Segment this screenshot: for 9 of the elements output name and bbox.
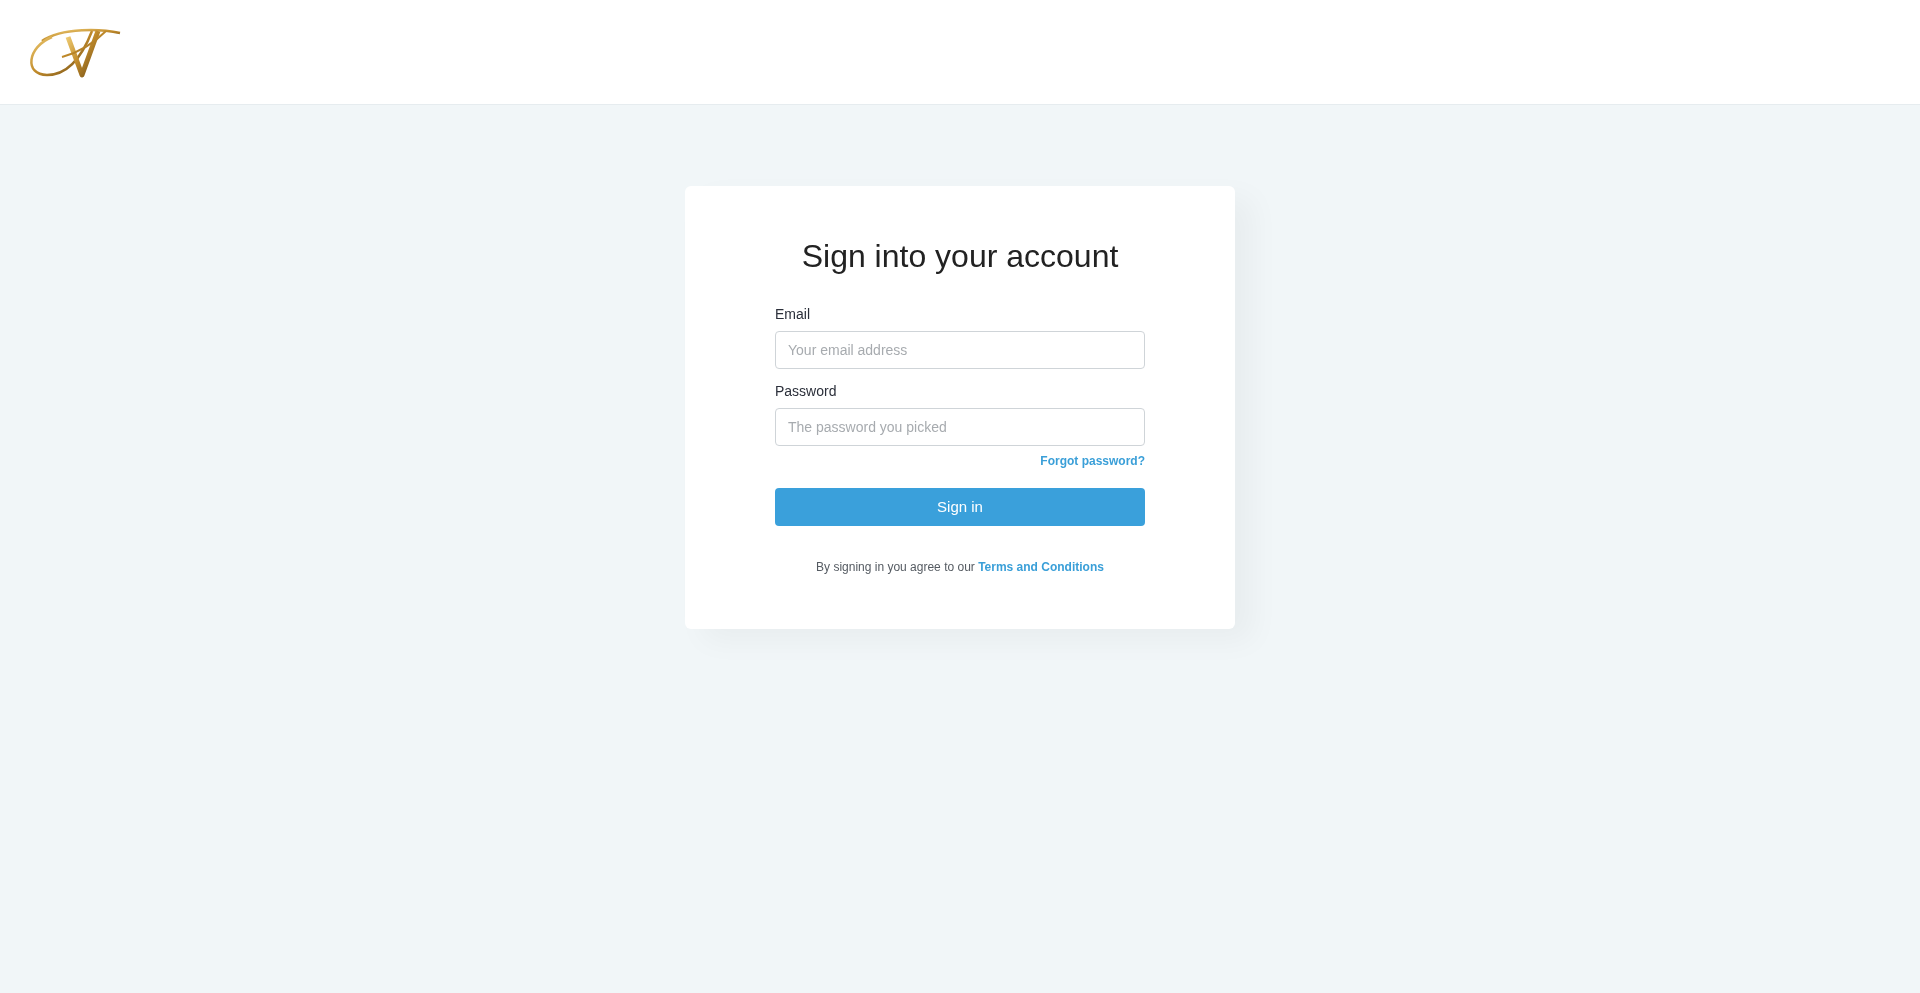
field-label: Password — [775, 382, 837, 401]
forgot-password-link[interactable]: Forgot password? — [1040, 452, 1145, 470]
terms-link[interactable]: Terms and Conditions — [978, 560, 1104, 574]
input-field[interactable]: The password you picked — [775, 408, 1145, 446]
sign-in-button[interactable]: Sign in — [775, 488, 1145, 526]
terms-text: By signing in you agree to our Terms and Conditions — [815, 559, 1105, 576]
input-field[interactable]: Your email address — [775, 331, 1145, 369]
field-label: Email — [775, 305, 810, 324]
page-title: Sign into your account — [801, 237, 1119, 276]
